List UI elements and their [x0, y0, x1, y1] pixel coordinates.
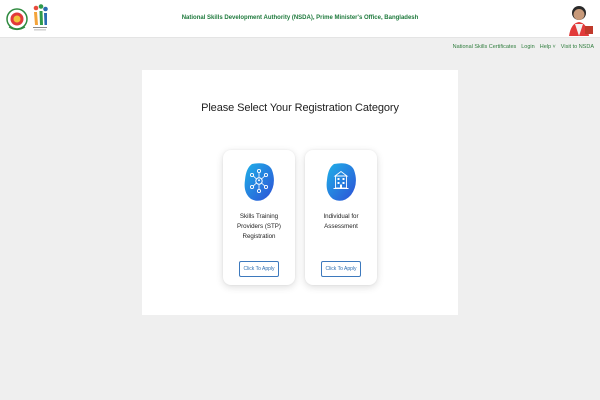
stp-apply-button[interactable]: Click To Apply [239, 261, 279, 277]
top-nav: National Skills Certificates Login Help … [453, 44, 594, 50]
page-title: Please Select Your Registration Category [201, 102, 399, 114]
stp-registration-card: Skills Training Providers (STP) Registra… [223, 150, 295, 285]
stp-card-title: Skills Training Providers (STP) Registra… [236, 213, 281, 240]
nav-visit-nsda[interactable]: Visit to NSDA [561, 44, 594, 50]
nav-login[interactable]: Login [521, 44, 534, 50]
individual-card-title: Individual for Assessment [323, 213, 359, 230]
registration-panel: Please Select Your Registration Category… [142, 70, 458, 315]
building-icon [326, 163, 356, 201]
portrait-image [562, 2, 596, 36]
top-header: National Skills Development Authority (N… [0, 0, 600, 38]
network-people-icon [244, 163, 274, 201]
individual-apply-button[interactable]: Click To Apply [321, 261, 361, 277]
header-title: National Skills Development Authority (N… [181, 15, 419, 21]
nav-help-dropdown[interactable]: Help ˅ [540, 44, 556, 50]
individual-assessment-card: Individual for Assessment Click To Apply [305, 150, 377, 285]
nav-national-skills-certificates[interactable]: National Skills Certificates [453, 44, 517, 50]
